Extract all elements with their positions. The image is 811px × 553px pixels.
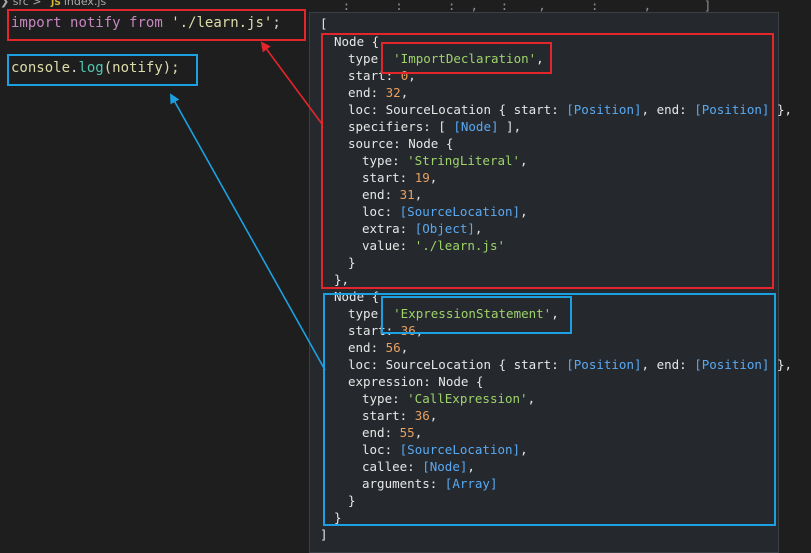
breadcrumb: ❯ src > JS index.js (0, 0, 140, 8)
expression-type-highlight-box (381, 296, 572, 334)
breadcrumb-folder[interactable]: src (13, 0, 29, 8)
breadcrumb-file[interactable]: index.js (64, 0, 106, 8)
import-highlight-box (7, 9, 306, 41)
open-bracket: [ (320, 16, 328, 31)
close-bracket: ] (320, 527, 328, 542)
breadcrumb-separator: > (32, 0, 42, 8)
chevron-right-icon: ❯ (0, 0, 10, 8)
import-type-highlight-box (381, 42, 552, 74)
console-highlight-box (7, 54, 198, 86)
output-top-cut: : : : , : , : , ] (320, 0, 712, 13)
js-file-icon: JS (51, 0, 61, 8)
